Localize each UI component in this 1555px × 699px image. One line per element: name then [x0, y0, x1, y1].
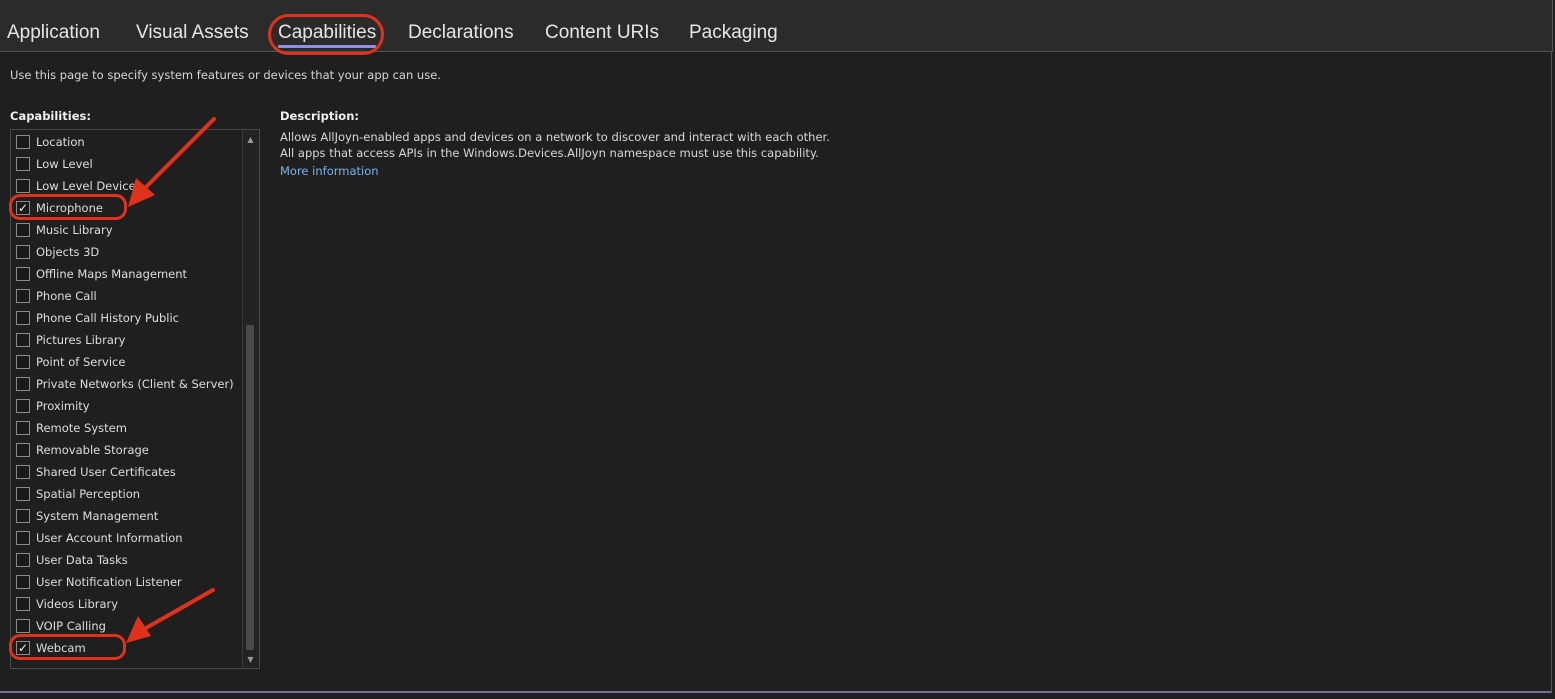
- capability-item[interactable]: Low Level Devices: [16, 176, 241, 196]
- chevron-down-icon[interactable]: ▼: [243, 652, 258, 666]
- capability-label: Point of Service: [36, 355, 126, 369]
- tab-application[interactable]: Application: [7, 22, 100, 44]
- capability-label: Low Level Devices: [36, 179, 142, 193]
- capability-checkbox[interactable]: [16, 399, 30, 413]
- capability-checkbox[interactable]: [16, 509, 30, 523]
- capability-label: Removable Storage: [36, 443, 149, 457]
- capability-item[interactable]: Spatial Perception: [16, 484, 241, 504]
- capability-label: Location: [36, 135, 85, 149]
- capability-item[interactable]: Phone Call: [16, 286, 241, 306]
- capability-checkbox[interactable]: [16, 135, 30, 149]
- capability-checkbox[interactable]: [16, 465, 30, 479]
- capability-checkbox[interactable]: ✓: [16, 201, 30, 215]
- capability-item[interactable]: Location: [16, 132, 241, 152]
- capability-label: System Management: [36, 509, 159, 523]
- capability-label: Phone Call History Public: [36, 311, 180, 325]
- capability-item[interactable]: Proximity: [16, 396, 241, 416]
- capability-item[interactable]: Offline Maps Management: [16, 264, 241, 284]
- capability-label: Phone Call: [36, 289, 97, 303]
- capability-checkbox[interactable]: [16, 575, 30, 589]
- tab-bar: Application Visual Assets Capabilities D…: [0, 0, 1553, 52]
- capability-label: Objects 3D: [36, 245, 100, 259]
- more-information-link[interactable]: More information: [280, 164, 379, 178]
- check-icon: ✓: [17, 641, 29, 655]
- capability-label: Shared User Certificates: [36, 465, 176, 479]
- capability-checkbox[interactable]: [16, 179, 30, 193]
- capability-checkbox[interactable]: [16, 597, 30, 611]
- capability-item[interactable]: Shared User Certificates: [16, 462, 241, 482]
- capability-item[interactable]: Private Networks (Client & Server): [16, 374, 241, 394]
- check-icon: ✓: [17, 201, 29, 215]
- description-heading: Description:: [280, 109, 359, 123]
- capability-label: Microphone: [36, 201, 103, 215]
- description-text: Allows AllJoyn-enabled apps and devices …: [280, 130, 830, 160]
- capability-checkbox[interactable]: [16, 245, 30, 259]
- capability-label: Spatial Perception: [36, 487, 141, 501]
- capability-checkbox[interactable]: [16, 619, 30, 633]
- capability-label: Webcam: [36, 641, 86, 655]
- capabilities-list[interactable]: ▲ ▼ Location Low Level Low Level Devices ✓ M…: [10, 129, 260, 669]
- capability-checkbox[interactable]: [16, 421, 30, 435]
- capability-item[interactable]: User Account Information: [16, 528, 241, 548]
- capability-label: Offline Maps Management: [36, 267, 188, 281]
- capability-checkbox[interactable]: [16, 487, 30, 501]
- tab-capabilities-label: Capabilities: [278, 22, 377, 43]
- tab-capabilities[interactable]: Capabilities: [278, 22, 377, 48]
- capability-item[interactable]: Remote System: [16, 418, 241, 438]
- capability-checkbox[interactable]: [16, 531, 30, 545]
- capability-label: VOIP Calling: [36, 619, 106, 633]
- capabilities-heading: Capabilities:: [10, 109, 91, 123]
- capability-item[interactable]: User Data Tasks: [16, 550, 241, 570]
- capability-item[interactable]: System Management: [16, 506, 241, 526]
- capability-item[interactable]: Videos Library: [16, 594, 241, 614]
- capability-checkbox[interactable]: [16, 333, 30, 347]
- capability-label: User Account Information: [36, 531, 183, 545]
- capability-label: User Data Tasks: [36, 553, 128, 567]
- scrollbar-thumb[interactable]: [246, 325, 254, 650]
- capability-checkbox[interactable]: [16, 377, 30, 391]
- chevron-up-icon[interactable]: ▲: [243, 132, 258, 146]
- capability-checkbox[interactable]: [16, 311, 30, 325]
- capability-item[interactable]: Low Level: [16, 154, 241, 174]
- capability-checkbox[interactable]: [16, 157, 30, 171]
- capability-label: Remote System: [36, 421, 127, 435]
- capability-label: Proximity: [36, 399, 90, 413]
- tab-content-uris[interactable]: Content URIs: [545, 22, 659, 44]
- capability-checkbox[interactable]: [16, 267, 30, 281]
- capability-item[interactable]: VOIP Calling: [16, 616, 241, 636]
- capability-item[interactable]: ✓ Microphone: [16, 198, 241, 218]
- capability-label: Low Level: [36, 157, 93, 171]
- capability-label: Videos Library: [36, 597, 119, 611]
- capability-item[interactable]: Music Library: [16, 220, 241, 240]
- capability-checkbox[interactable]: [16, 553, 30, 567]
- capability-item[interactable]: Pictures Library: [16, 330, 241, 350]
- capability-item[interactable]: Point of Service: [16, 352, 241, 372]
- capability-item[interactable]: Removable Storage: [16, 440, 241, 460]
- tab-packaging[interactable]: Packaging: [689, 22, 778, 44]
- capability-item[interactable]: Phone Call History Public: [16, 308, 241, 328]
- tab-declarations[interactable]: Declarations: [408, 22, 514, 44]
- tab-visual-assets[interactable]: Visual Assets: [136, 22, 249, 44]
- capability-label: Music Library: [36, 223, 113, 237]
- intro-text: Use this page to specify system features…: [10, 68, 441, 82]
- capability-label: Pictures Library: [36, 333, 126, 347]
- capability-item[interactable]: ✓ Webcam: [16, 638, 241, 658]
- capability-checkbox[interactable]: [16, 223, 30, 237]
- capability-checkbox[interactable]: [16, 443, 30, 457]
- capability-checkbox[interactable]: [16, 355, 30, 369]
- capability-checkbox[interactable]: ✓: [16, 641, 30, 655]
- active-tab-indicator: [278, 45, 377, 48]
- capability-item[interactable]: User Notification Listener: [16, 572, 241, 592]
- capability-checkbox[interactable]: [16, 289, 30, 303]
- list-scrollbar[interactable]: ▲ ▼: [242, 130, 258, 668]
- capability-label: User Notification Listener: [36, 575, 182, 589]
- capability-item[interactable]: Objects 3D: [16, 242, 241, 262]
- capability-label: Private Networks (Client & Server): [36, 377, 234, 391]
